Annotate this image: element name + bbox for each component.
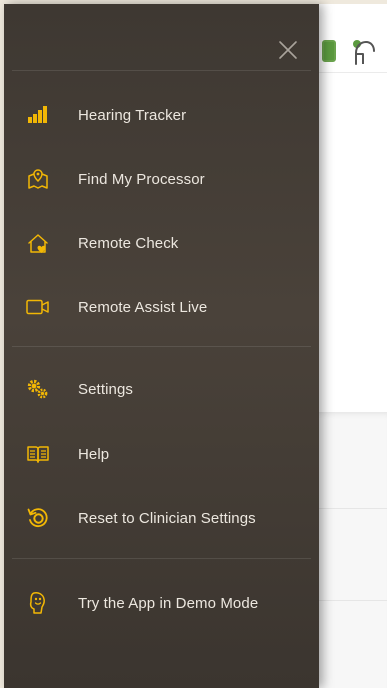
menu-item-label: Help	[78, 445, 110, 463]
menu-item-label: Hearing Tracker	[78, 106, 187, 124]
navigation-drawer: Hearing Tracker Find My Processor Remote…	[4, 4, 319, 688]
menu-item-reset-clinician-settings[interactable]: Reset to Clinician Settings	[4, 493, 319, 543]
reset-icon	[26, 506, 50, 530]
menu-item-label: Reset to Clinician Settings	[78, 509, 256, 527]
menu-divider	[12, 558, 311, 559]
menu-item-demo-mode[interactable]: Try the App in Demo Mode	[4, 578, 319, 628]
video-camera-icon	[26, 295, 50, 319]
battery-icon	[322, 40, 336, 62]
menu-item-hearing-tracker[interactable]: Hearing Tracker	[4, 90, 319, 140]
map-pin-icon	[26, 167, 50, 191]
house-heart-icon	[26, 231, 50, 255]
menu-item-remote-check[interactable]: Remote Check	[4, 218, 319, 268]
close-button[interactable]	[274, 36, 302, 64]
menu-divider	[12, 346, 311, 347]
menu-item-label: Remote Check	[78, 234, 179, 252]
close-icon[interactable]	[274, 36, 302, 64]
menu-divider	[12, 70, 311, 71]
menu-item-label: Settings	[78, 380, 133, 398]
menu-item-settings[interactable]: Settings	[4, 364, 319, 414]
book-icon	[26, 442, 50, 466]
menu-item-find-my-processor[interactable]: Find My Processor	[4, 154, 319, 204]
menu-item-label: Find My Processor	[78, 170, 205, 188]
gears-icon	[26, 377, 50, 401]
sound-processor-icon[interactable]	[350, 38, 376, 66]
menu-item-label: Remote Assist Live	[78, 298, 208, 316]
menu-item-label: Try the App in Demo Mode	[78, 594, 259, 612]
menu-item-remote-assist-live[interactable]: Remote Assist Live	[4, 282, 319, 332]
menu-item-help[interactable]: Help	[4, 429, 319, 479]
demo-device-icon	[26, 591, 50, 615]
signal-bars-icon	[26, 103, 50, 127]
